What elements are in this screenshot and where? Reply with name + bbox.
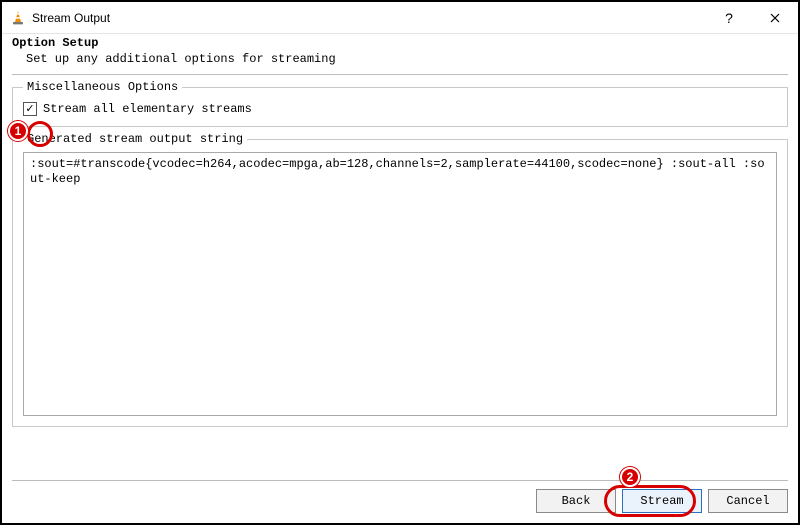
titlebar: Stream Output ? bbox=[2, 2, 798, 34]
vlc-icon bbox=[10, 10, 26, 26]
help-button[interactable]: ? bbox=[706, 2, 752, 34]
checkbox-stream-all-label: Stream all elementary streams bbox=[43, 102, 252, 116]
close-button[interactable] bbox=[752, 2, 798, 34]
annotation-marker-2: 2 bbox=[620, 467, 640, 487]
cancel-button[interactable]: Cancel bbox=[708, 489, 788, 513]
back-button[interactable]: Back bbox=[536, 489, 616, 513]
group-output-legend: Generated stream output string bbox=[23, 132, 247, 146]
group-output-string: Generated stream output string :sout=#tr… bbox=[12, 139, 788, 427]
button-row: Back Stream Cancel bbox=[12, 480, 788, 513]
group-misc-options: Miscellaneous Options ✓ Stream all eleme… bbox=[12, 87, 788, 127]
annotation-marker-1: 1 bbox=[8, 121, 28, 141]
divider bbox=[12, 74, 788, 75]
dialog-body: Option Setup Set up any additional optio… bbox=[12, 36, 788, 513]
page-subtitle: Set up any additional options for stream… bbox=[12, 52, 788, 66]
stream-button[interactable]: Stream bbox=[622, 489, 702, 513]
output-string-textarea[interactable]: :sout=#transcode{vcodec=h264,acodec=mpga… bbox=[23, 152, 777, 416]
group-misc-legend: Miscellaneous Options bbox=[23, 80, 182, 94]
window-title: Stream Output bbox=[26, 11, 706, 25]
page-title: Option Setup bbox=[12, 36, 788, 50]
checkbox-stream-all[interactable]: ✓ bbox=[23, 102, 37, 116]
